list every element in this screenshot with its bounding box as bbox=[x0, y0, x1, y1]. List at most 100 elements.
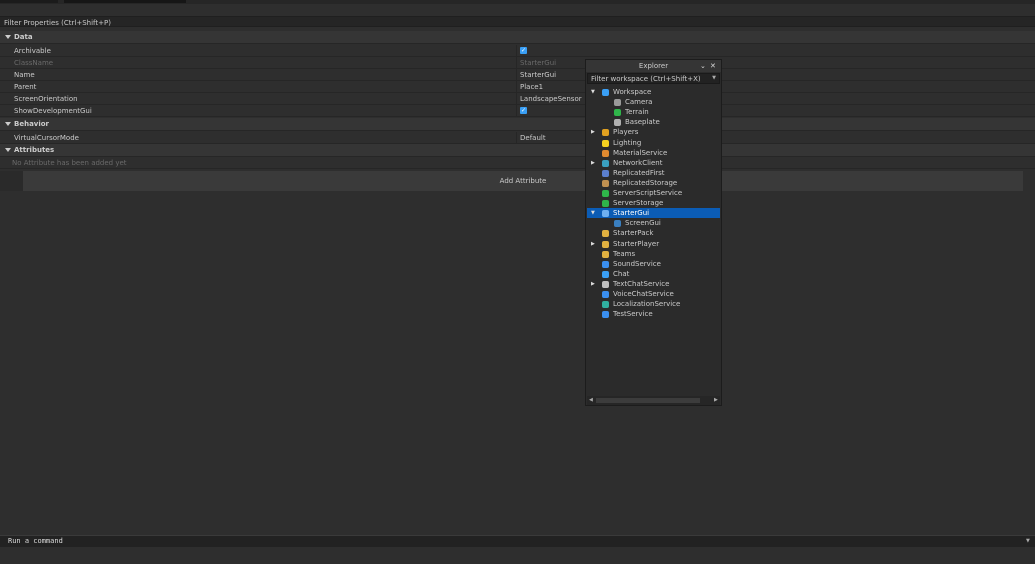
explorer-item-camera[interactable]: Camera bbox=[587, 97, 720, 107]
section-header-behavior[interactable]: Behavior bbox=[0, 118, 1035, 131]
explorer-item-label: TextChatService bbox=[613, 279, 670, 288]
tab-active[interactable] bbox=[64, 0, 186, 3]
explorer-item-serverstorage[interactable]: ServerStorage bbox=[587, 198, 720, 208]
column-divider bbox=[516, 57, 517, 69]
column-divider bbox=[516, 132, 517, 144]
explorer-item-teams[interactable]: Teams bbox=[587, 249, 720, 259]
explorer-item-label: Camera bbox=[625, 98, 653, 107]
chevron-down-icon[interactable]: ⌄ bbox=[700, 60, 706, 72]
collapsed-arrow-icon[interactable]: ▶ bbox=[591, 127, 595, 137]
explorer-item-label: StarterPack bbox=[613, 229, 654, 238]
collapsed-arrow-icon[interactable]: ▶ bbox=[591, 158, 595, 168]
explorer-item-starterpack[interactable]: StarterPack bbox=[587, 228, 720, 238]
property-row-screenorientation[interactable]: ScreenOrientation LandscapeSensor bbox=[0, 93, 1035, 105]
section-title: Behavior bbox=[14, 120, 50, 128]
explorer-item-replicatedstorage[interactable]: ReplicatedStorage bbox=[587, 178, 720, 188]
no-attributes-text: No Attribute has been added yet bbox=[12, 159, 127, 167]
terrain-icon bbox=[614, 109, 621, 117]
dropdown-arrow-icon[interactable]: ▼ bbox=[1026, 538, 1030, 544]
checkbox[interactable]: ✓ bbox=[520, 107, 527, 114]
property-row-classname[interactable]: ClassName StarterGui bbox=[0, 57, 1035, 69]
chat-icon bbox=[602, 270, 609, 278]
explorer-item-replicatedfirst[interactable]: ReplicatedFirst bbox=[587, 168, 720, 178]
explorer-item-voicechatservice[interactable]: VoiceChatService bbox=[587, 289, 720, 299]
column-divider bbox=[516, 105, 517, 117]
explorer-item-label: Baseplate bbox=[625, 118, 660, 127]
explorer-item-networkclient[interactable]: ▶ NetworkClient bbox=[587, 158, 720, 168]
filter-workspace-placeholder: Filter workspace (Ctrl+Shift+X) bbox=[591, 75, 701, 83]
property-value[interactable]: StarterGui bbox=[520, 71, 556, 79]
explorer-item-terrain[interactable]: Terrain bbox=[587, 107, 720, 117]
explorer-item-screengui[interactable]: ScreenGui bbox=[587, 218, 720, 228]
explorer-item-label: StarterPlayer bbox=[613, 239, 660, 248]
property-value[interactable]: LandscapeSensor bbox=[520, 95, 582, 103]
property-row-showdevelopmentgui[interactable]: ShowDevelopmentGui ✓ bbox=[0, 105, 1035, 117]
explorer-item-testservice[interactable]: TestService bbox=[587, 309, 720, 319]
explorer-item-localizationservice[interactable]: LocalizationService bbox=[587, 299, 720, 309]
part-icon bbox=[614, 119, 621, 127]
collapse-arrow-icon[interactable] bbox=[5, 35, 11, 39]
column-divider bbox=[516, 69, 517, 81]
expanded-arrow-icon[interactable]: ▼ bbox=[591, 87, 595, 97]
explorer-item-textchatservice[interactable]: ▶ TextChatService bbox=[587, 279, 720, 289]
replicated-first-icon bbox=[602, 169, 609, 177]
explorer-panel: Explorer ⌄ ✕ Filter workspace (Ctrl+Shif… bbox=[585, 59, 722, 406]
expanded-arrow-icon[interactable]: ▼ bbox=[591, 208, 595, 218]
explorer-item-soundservice[interactable]: SoundService bbox=[587, 259, 720, 269]
starter-pack-icon bbox=[602, 230, 609, 238]
filter-properties-input[interactable]: Filter Properties (Ctrl+Shift+P) bbox=[0, 16, 1035, 27]
section-header-data[interactable]: Data bbox=[0, 31, 1035, 44]
dropdown-arrow-icon[interactable]: ▼ bbox=[712, 75, 716, 81]
close-icon[interactable]: ✕ bbox=[710, 60, 716, 72]
property-name: Parent bbox=[14, 83, 37, 91]
property-name: ClassName bbox=[14, 59, 54, 67]
property-row-parent[interactable]: Parent Place1 bbox=[0, 81, 1035, 93]
checkbox[interactable]: ✓ bbox=[520, 47, 527, 54]
camera-icon bbox=[614, 99, 621, 107]
workspace-icon bbox=[602, 89, 609, 96]
explorer-item-materialservice[interactable]: MaterialService bbox=[587, 148, 720, 158]
property-row-virtualcursormode[interactable]: VirtualCursorMode Default bbox=[0, 132, 1035, 144]
explorer-item-label: ScreenGui bbox=[625, 219, 661, 228]
add-attribute-button[interactable]: Add Attribute bbox=[23, 171, 1023, 191]
explorer-item-label: StarterGui bbox=[613, 209, 650, 218]
screen-gui-icon bbox=[614, 220, 621, 228]
scroll-right-icon[interactable]: ▶ bbox=[714, 397, 718, 403]
starter-gui-icon bbox=[602, 210, 609, 218]
explorer-item-chat[interactable]: Chat bbox=[587, 269, 720, 279]
explorer-item-baseplate[interactable]: Baseplate bbox=[587, 117, 720, 127]
filter-workspace-input[interactable]: Filter workspace (Ctrl+Shift+X) ▼ bbox=[587, 73, 720, 84]
localization-service-icon bbox=[602, 301, 609, 309]
collapsed-arrow-icon[interactable]: ▶ bbox=[591, 239, 595, 249]
explorer-item-workspace[interactable]: ▼ Workspace bbox=[587, 87, 720, 97]
explorer-item-starterplayer[interactable]: ▶ StarterPlayer bbox=[587, 239, 720, 249]
collapse-arrow-icon[interactable] bbox=[5, 148, 11, 152]
property-value[interactable]: Place1 bbox=[520, 83, 543, 91]
replicated-storage-icon bbox=[602, 179, 609, 187]
material-service-icon bbox=[602, 149, 609, 157]
horizontal-scrollbar[interactable]: ◀ ▶ bbox=[587, 396, 720, 405]
explorer-item-label: ServerStorage bbox=[613, 199, 664, 208]
collapsed-arrow-icon[interactable]: ▶ bbox=[591, 279, 595, 289]
section-header-attributes[interactable]: Attributes bbox=[0, 144, 1035, 157]
explorer-item-serverscriptservice[interactable]: ServerScriptService bbox=[587, 188, 720, 198]
collapse-arrow-icon[interactable] bbox=[5, 122, 11, 126]
server-script-service-icon bbox=[602, 190, 609, 197]
explorer-item-label: NetworkClient bbox=[613, 158, 663, 167]
scroll-left-icon[interactable]: ◀ bbox=[589, 397, 593, 403]
explorer-item-lighting[interactable]: Lighting bbox=[587, 138, 720, 148]
explorer-item-startergui[interactable]: ▼ StarterGui bbox=[587, 208, 720, 219]
scrollbar-thumb[interactable] bbox=[596, 398, 700, 403]
property-row-archivable[interactable]: Archivable ✓ bbox=[0, 45, 1035, 57]
explorer-item-label: Teams bbox=[613, 249, 636, 258]
command-bar-input[interactable]: Run a command bbox=[0, 535, 1035, 547]
property-value[interactable]: Default bbox=[520, 134, 546, 142]
server-storage-icon bbox=[602, 200, 609, 208]
explorer-item-label: Workspace bbox=[613, 88, 652, 96]
tab[interactable] bbox=[0, 0, 58, 3]
property-name: VirtualCursorMode bbox=[14, 134, 79, 142]
explorer-item-label: TestService bbox=[613, 310, 653, 319]
property-row-name[interactable]: Name StarterGui bbox=[0, 69, 1035, 81]
explorer-item-players[interactable]: ▶ Players bbox=[587, 127, 720, 137]
network-client-icon bbox=[602, 159, 609, 167]
